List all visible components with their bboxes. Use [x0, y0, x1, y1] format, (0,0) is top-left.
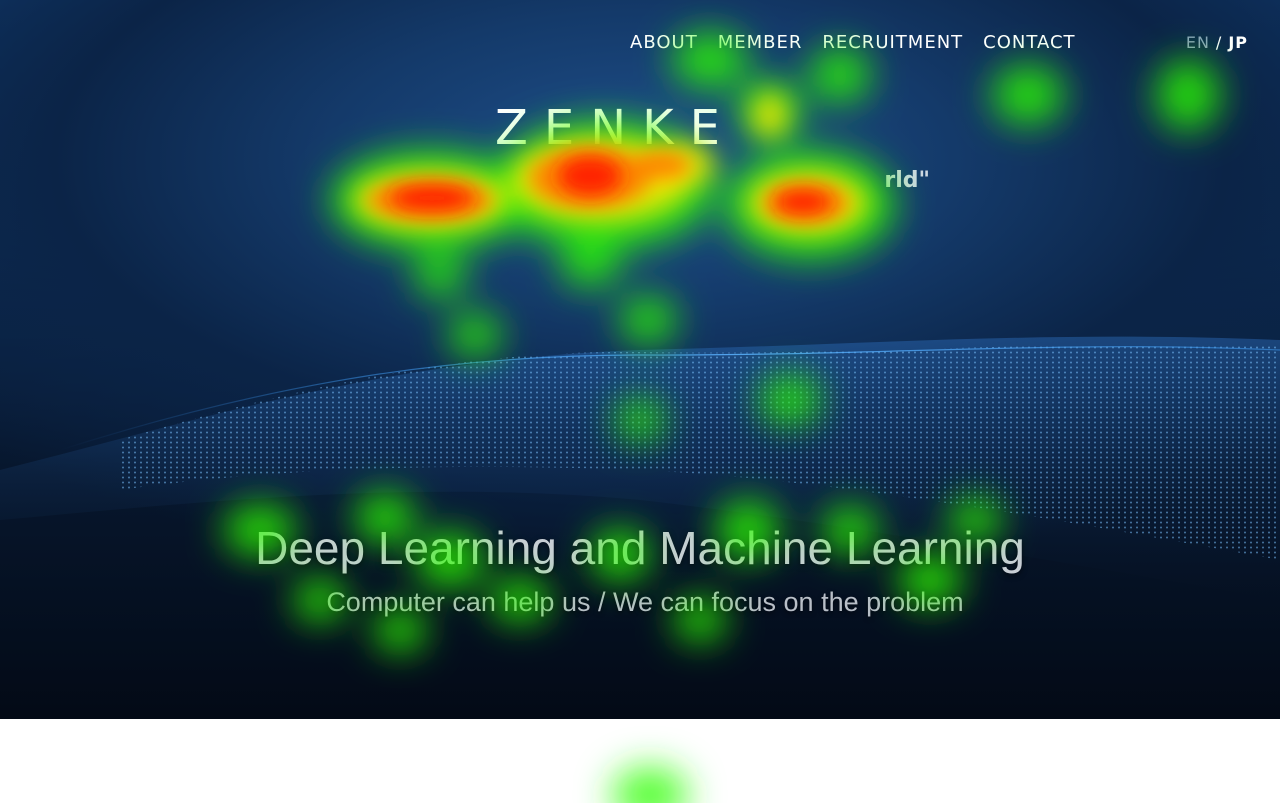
- language-switcher: EN / JP: [1186, 30, 1248, 56]
- hero-headline: Deep Learning and Machine Learning: [255, 522, 1025, 574]
- lang-en-link[interactable]: EN: [1186, 30, 1210, 56]
- nav-recruitment[interactable]: RECRUITMENT: [822, 30, 963, 56]
- nav-contact[interactable]: CONTACT: [983, 30, 1075, 56]
- lang-jp-link[interactable]: JP: [1228, 30, 1248, 56]
- site-logo: ZENKE: [495, 100, 736, 156]
- main-nav: ABOUT MEMBER RECRUITMENT CONTACT: [630, 30, 1076, 56]
- lang-separator: /: [1215, 33, 1223, 52]
- nav-member[interactable]: MEMBER: [718, 30, 803, 56]
- heat-blob: [612, 767, 688, 803]
- hero-tagline: rld": [884, 168, 930, 193]
- hero-subheadline: Computer can help us / We can focus on t…: [326, 587, 964, 617]
- nav-about[interactable]: ABOUT: [630, 30, 698, 56]
